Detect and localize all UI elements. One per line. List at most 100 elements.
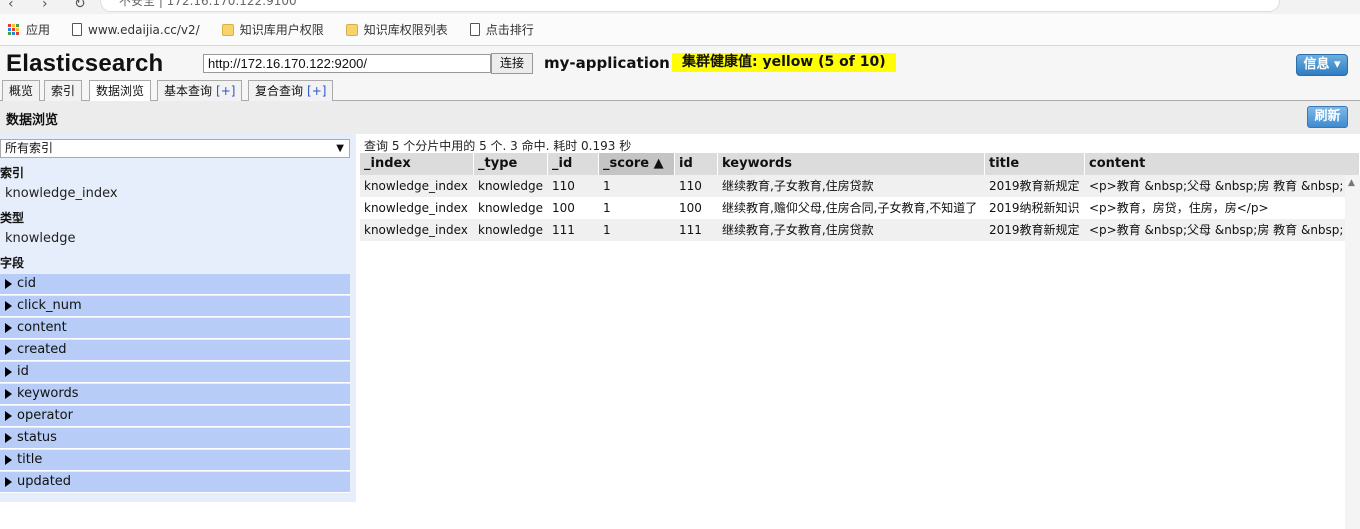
fields-heading: 字段: [0, 256, 25, 270]
field-item[interactable]: cid: [0, 274, 350, 295]
bookmark-click-ranking[interactable]: 点击排行: [469, 21, 534, 38]
cluster-name: my-application: [544, 54, 670, 72]
expand-arrow-icon: [5, 279, 12, 289]
add-tab-link[interactable]: [+]: [216, 84, 235, 98]
folder-icon: [345, 23, 358, 36]
field-item[interactable]: updated: [0, 472, 350, 493]
column-header[interactable]: _score ▲: [599, 153, 675, 175]
table-cell: knowledge: [478, 223, 544, 237]
column-header[interactable]: _index: [360, 153, 474, 175]
expand-arrow-icon: [5, 345, 12, 355]
address-bar[interactable]: 不安全 | 172.16.170.122:9100: [100, 0, 1280, 12]
tab-compound-query[interactable]: 复合查询 [+]: [248, 80, 334, 101]
app-header: Elasticsearch http://172.16.170.122:9200…: [0, 46, 1360, 80]
bookmark-user-permissions[interactable]: 知识库用户权限: [221, 21, 324, 38]
column-header[interactable]: _type: [474, 153, 548, 175]
table-cell: 2019教育新规定: [989, 179, 1080, 193]
table-cell: 110: [552, 179, 575, 193]
expand-arrow-icon: [5, 411, 12, 421]
table-cell: 2019教育新规定: [989, 223, 1080, 237]
tab-label: 复合查询: [255, 84, 304, 98]
table-cell: 2019纳税新知识: [989, 201, 1080, 215]
expand-arrow-icon: [5, 455, 12, 465]
type-filter-item[interactable]: knowledge: [5, 231, 75, 246]
scroll-up-icon[interactable]: ▲: [1348, 178, 1355, 188]
reload-icon[interactable]: ↻: [74, 0, 86, 12]
bookmark-permission-list[interactable]: 知识库权限列表: [345, 21, 448, 38]
forward-icon[interactable]: ›: [42, 0, 48, 12]
tab-overview[interactable]: 概览: [2, 80, 41, 101]
tab-indices[interactable]: 索引: [44, 80, 83, 101]
table-cell: 继续教育,子女教育,住房贷款: [722, 179, 874, 193]
field-item[interactable]: status: [0, 428, 350, 449]
bookmark-edaijia[interactable]: www.edaijia.cc/v2/: [72, 23, 200, 37]
add-tab-link[interactable]: [+]: [307, 84, 326, 98]
folder-icon: [221, 23, 234, 36]
tab-data-browser[interactable]: 数据浏览: [89, 80, 152, 102]
column-header[interactable]: id: [675, 153, 718, 175]
field-label: click_num: [17, 298, 82, 313]
bookmark-apps[interactable]: 应用: [8, 21, 50, 38]
dropdown-arrow-icon: ▼: [336, 143, 344, 154]
column-header[interactable]: title: [985, 153, 1085, 175]
bookmark-label: 知识库用户权限: [239, 23, 324, 37]
index-filter-item[interactable]: knowledge_index: [5, 186, 118, 201]
index-select[interactable]: 所有索引 ▼: [0, 139, 350, 158]
table-row[interactable]: knowledge_index knowledge 110 1 110 继续教育,子女教育…: [360, 175, 1345, 197]
table-cell: <p>教育，房贷，住房，房</p>: [1089, 201, 1269, 215]
cluster-health-badge: 集群健康值: yellow (5 of 10): [672, 53, 896, 72]
query-summary: 查询 5 个分片中用的 5 个. 3 命中. 耗时 0.193 秒: [364, 139, 632, 153]
field-label: cid: [17, 276, 37, 291]
field-label: content: [17, 320, 67, 335]
tab-basic-query[interactable]: 基本查询 [+]: [157, 80, 243, 101]
field-item[interactable]: keywords: [0, 384, 350, 405]
table-row[interactable]: knowledge_index knowledge 111 1 111 继续教育,子女教育…: [360, 219, 1345, 241]
tab-label: 数据浏览: [96, 84, 145, 98]
field-label: id: [17, 364, 29, 379]
column-header[interactable]: _id: [548, 153, 599, 175]
field-item[interactable]: click_num: [0, 296, 350, 317]
column-header[interactable]: content: [1085, 153, 1360, 175]
type-heading: 类型: [0, 211, 25, 225]
bookmark-label: www.edaijia.cc/v2/: [88, 22, 200, 37]
table-cell: 继续教育,赡仰父母,住房合同,子女教育,不知道了: [722, 201, 978, 215]
index-select-value: 所有索引: [5, 141, 54, 155]
page-icon: [72, 23, 83, 36]
field-label: updated: [17, 474, 72, 489]
connect-button[interactable]: 连接: [491, 53, 533, 74]
back-icon[interactable]: ‹: [8, 0, 14, 12]
table-row[interactable]: knowledge_index knowledge 100 1 100 继续教育,赡仰父母…: [360, 197, 1345, 219]
app-title: Elasticsearch: [6, 50, 164, 77]
expand-arrow-icon: [5, 323, 12, 333]
field-item[interactable]: operator: [0, 406, 350, 427]
field-label: created: [17, 342, 67, 357]
info-dropdown-button[interactable]: 信息 ▾: [1296, 54, 1348, 76]
filter-sidebar: 所有索引 ▼ 索引 knowledge_index 类型 knowledge 字…: [0, 134, 356, 502]
field-item[interactable]: title: [0, 450, 350, 471]
main-tabs: 概览 索引 数据浏览 基本查询 [+] 复合查询 [+]: [0, 80, 1360, 102]
field-label: title: [17, 452, 43, 467]
scrollbar[interactable]: ▲: [1345, 175, 1360, 529]
table-cell: 1: [603, 179, 611, 193]
field-item[interactable]: id: [0, 362, 350, 383]
refresh-button[interactable]: 刷新: [1307, 106, 1348, 128]
table-cell: <p>教育 &nbsp;父母 &nbsp;房 教育 &nbsp;: [1089, 179, 1344, 193]
bookmark-label: 知识库权限列表: [363, 23, 448, 37]
field-item[interactable]: created: [0, 340, 350, 361]
apps-icon: [8, 23, 20, 36]
field-label: operator: [17, 408, 73, 423]
tab-label: 基本查询: [164, 84, 213, 98]
field-label: status: [17, 430, 57, 445]
table-cell: 1: [603, 201, 611, 215]
expand-arrow-icon: [5, 301, 12, 311]
field-item[interactable]: content: [0, 318, 350, 339]
cluster-url-input[interactable]: http://172.16.170.122:9200/: [203, 54, 491, 73]
expand-arrow-icon: [5, 367, 12, 377]
field-label: keywords: [17, 386, 79, 401]
section-bar: 数据浏览 刷新: [0, 101, 1360, 134]
bookmarks-bar: 应用 www.edaijia.cc/v2/ 知识库用户权限 知识库权限列表 点击…: [0, 14, 1360, 46]
column-header[interactable]: keywords: [718, 153, 985, 175]
table-cell: knowledge_index: [364, 223, 468, 237]
tab-label: 概览: [9, 84, 34, 98]
browser-toolbar: ‹ › ↻ 不安全 | 172.16.170.122:9100: [0, 0, 1360, 14]
